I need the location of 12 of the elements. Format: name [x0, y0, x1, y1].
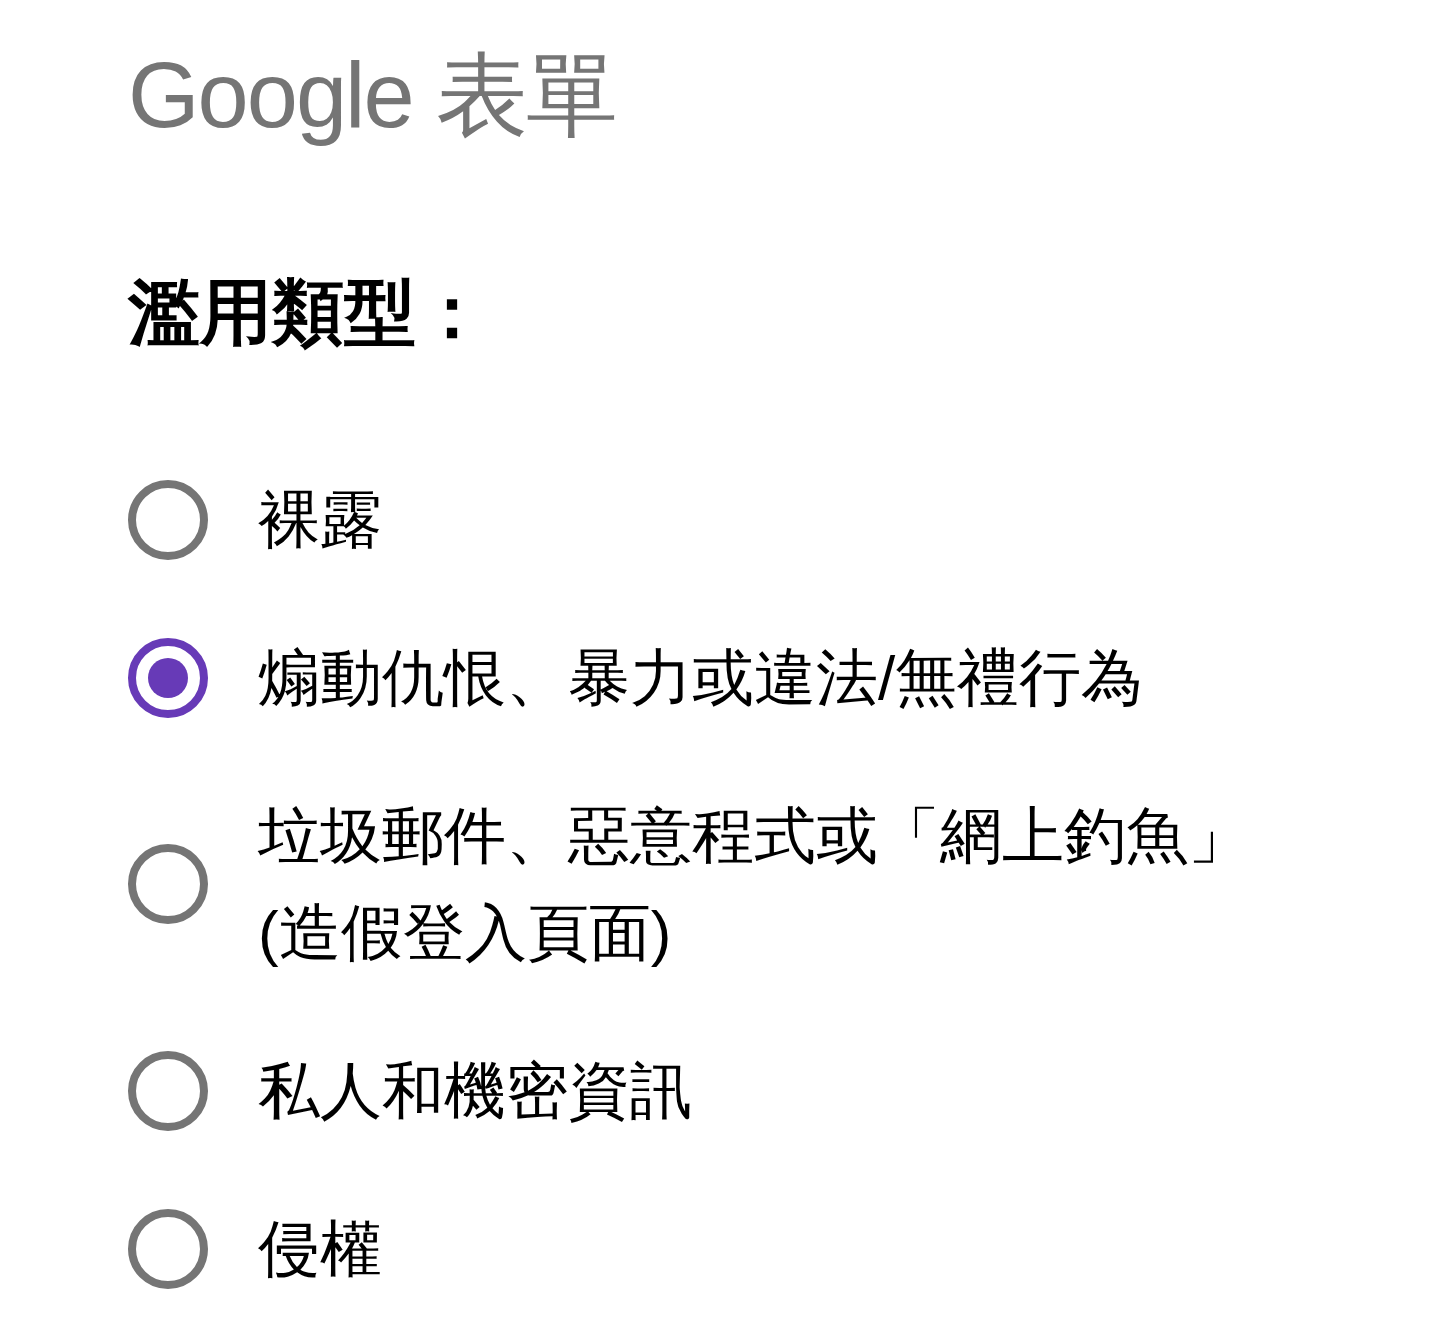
option-label[interactable]: 煽動仇恨、暴力或違法/無禮行為 — [258, 629, 1144, 726]
radio-button[interactable] — [128, 1208, 208, 1289]
radio-button[interactable] — [128, 479, 208, 560]
radio-button[interactable] — [128, 1050, 208, 1131]
option-label[interactable]: 侵權 — [258, 1200, 382, 1297]
question-title: 濫用類型： — [128, 271, 488, 354]
radio-button[interactable] — [128, 844, 208, 924]
option-label[interactable]: 裸露 — [258, 471, 382, 568]
radio-button[interactable] — [128, 637, 208, 718]
option-label[interactable]: 私人和機密資訊 — [258, 1042, 692, 1139]
logo-text: Google 表單 — [128, 43, 617, 148]
option-label[interactable]: 垃圾郵件、惡意程式或「網上釣魚」(造假登入頁面) — [258, 787, 1298, 981]
